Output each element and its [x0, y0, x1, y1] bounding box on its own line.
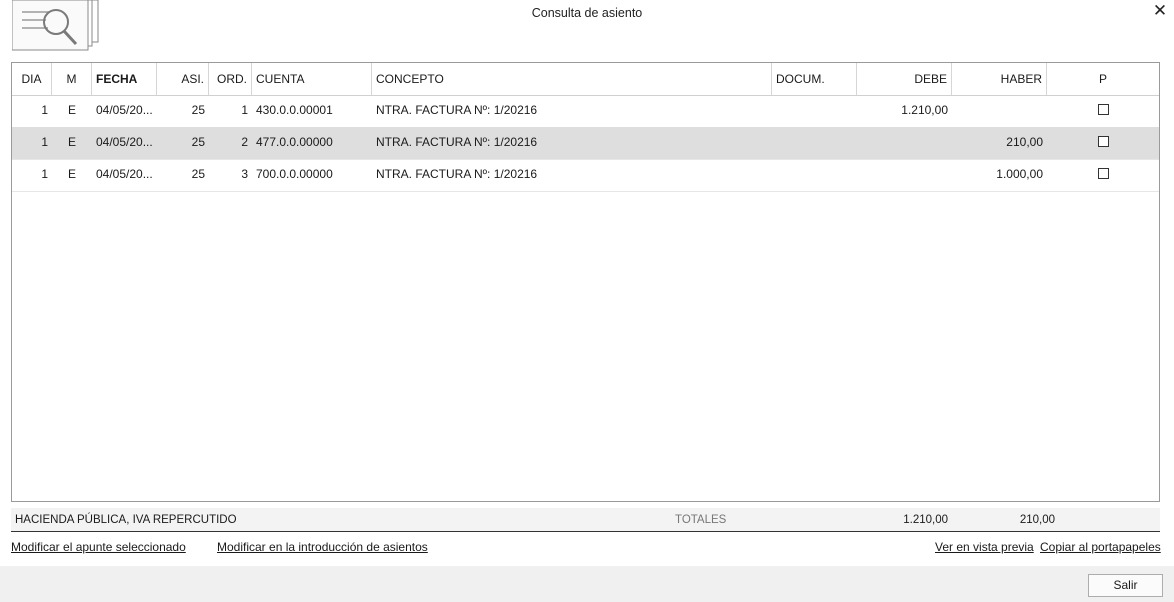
modify-in-entry-link[interactable]: Modificar en la introducción de asientos	[217, 540, 428, 554]
cell-ord: 1	[241, 103, 248, 117]
cell-haber: 210,00	[1006, 135, 1043, 149]
cell-cuenta: 430.0.0.00001	[256, 103, 333, 117]
col-dia[interactable]: DIA	[12, 63, 52, 95]
preview-link[interactable]: Ver en vista previa	[935, 540, 1034, 554]
table-row[interactable]: 1 E 04/05/20... 25 1 430.0.0.00001 NTRA.…	[12, 95, 1159, 128]
cell-haber	[952, 95, 1047, 126]
cell-fecha: 04/05/20...	[96, 167, 153, 181]
col-docum[interactable]: DOCUM.	[772, 63, 857, 95]
col-haber[interactable]: HABER	[952, 63, 1047, 95]
col-ord[interactable]: ORD.	[209, 63, 252, 95]
table-row[interactable]: 1 E 04/05/20... 25 3 700.0.0.00000 NTRA.…	[12, 159, 1159, 192]
cell-fecha: 04/05/20...	[96, 103, 153, 117]
cell-asi: 25	[191, 103, 205, 117]
total-debe: 1.210,00	[903, 514, 948, 526]
col-m[interactable]: M	[52, 63, 92, 95]
modify-selected-link[interactable]: Modificar el apunte seleccionado	[11, 540, 186, 554]
col-debe[interactable]: DEBE	[857, 63, 952, 95]
cell-concepto: NTRA. FACTURA Nº: 1/20216	[376, 167, 538, 181]
cell-docum	[772, 159, 857, 190]
cell-debe: 1.210,00	[901, 103, 948, 117]
cell-m: E	[67, 103, 76, 117]
cell-ord: 3	[241, 167, 248, 181]
cell-m: E	[67, 167, 76, 181]
table-row[interactable]: 1 E 04/05/20... 25 2 477.0.0.00000 NTRA.…	[12, 127, 1159, 160]
total-haber: 210,00	[1019, 514, 1055, 526]
copy-clipboard-link[interactable]: Copiar al portapapeles	[1040, 540, 1161, 554]
cell-debe	[857, 127, 952, 158]
grid-header: DIA M FECHA ASI. ORD. CUENTA CONCEPTO DO…	[12, 63, 1159, 96]
col-concepto[interactable]: CONCEPTO	[372, 63, 772, 95]
row-checkbox[interactable]	[1098, 168, 1109, 179]
cell-cuenta: 700.0.0.00000	[256, 167, 333, 181]
col-asi[interactable]: ASI.	[157, 63, 209, 95]
cell-docum	[772, 127, 857, 158]
account-name: HACIENDA PÚBLICA, IVA REPERCUTIDO	[15, 514, 237, 526]
entries-grid: DIA M FECHA ASI. ORD. CUENTA CONCEPTO DO…	[11, 62, 1160, 502]
cell-dia: 1	[41, 103, 48, 117]
exit-button[interactable]: Salir	[1088, 574, 1163, 597]
cell-docum	[772, 95, 857, 126]
bottom-bar	[0, 566, 1174, 602]
totals-label: TOTALES	[675, 514, 727, 526]
cell-dia: 1	[41, 167, 48, 181]
row-checkbox[interactable]	[1098, 104, 1109, 115]
cell-debe	[857, 159, 952, 190]
cell-concepto: NTRA. FACTURA Nº: 1/20216	[376, 103, 538, 117]
close-icon[interactable]: ✕	[1150, 0, 1170, 22]
col-cuenta[interactable]: CUENTA	[252, 63, 372, 95]
cell-ord: 2	[241, 135, 248, 149]
totals-bar: HACIENDA PÚBLICA, IVA REPERCUTIDO TOTALE…	[11, 508, 1160, 532]
cell-cuenta: 477.0.0.00000	[256, 135, 333, 149]
window-title: Consulta de asiento	[531, 6, 643, 20]
cell-haber: 1.000,00	[996, 167, 1043, 181]
cell-dia: 1	[41, 135, 48, 149]
cell-asi: 25	[191, 135, 205, 149]
cell-asi: 25	[191, 167, 205, 181]
col-p[interactable]: P	[1047, 63, 1159, 95]
cell-fecha: 04/05/20...	[96, 135, 153, 149]
cell-concepto: NTRA. FACTURA Nº: 1/20216	[376, 135, 538, 149]
col-fecha[interactable]: FECHA	[92, 63, 157, 95]
cell-m: E	[67, 135, 76, 149]
row-checkbox[interactable]	[1098, 136, 1109, 147]
